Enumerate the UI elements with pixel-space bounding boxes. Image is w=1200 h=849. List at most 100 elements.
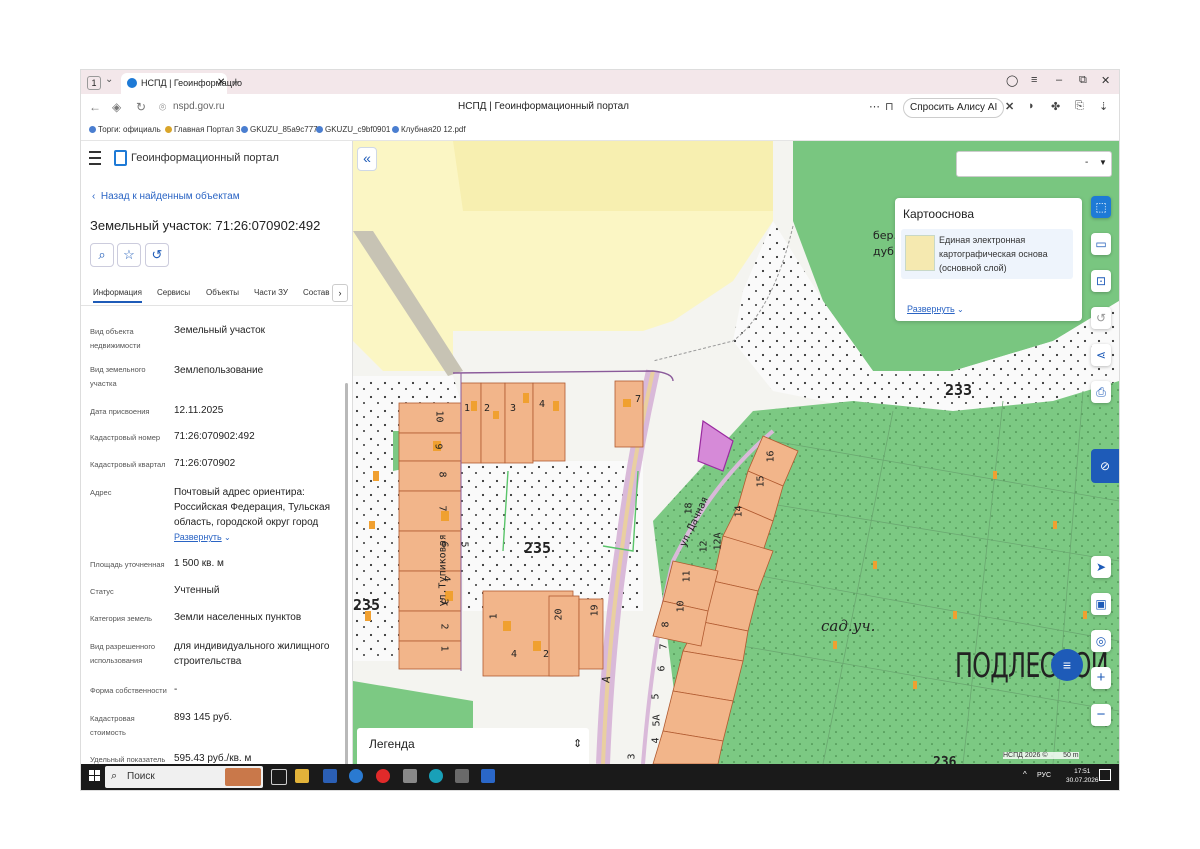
lot-number: 1 <box>464 403 471 414</box>
address-expand-link[interactable]: Развернуть ⌄ <box>174 530 330 545</box>
select-tool-icon[interactable]: ⬚ <box>1091 196 1111 218</box>
ruler-icon[interactable]: ▭ <box>1091 233 1111 255</box>
word-icon[interactable] <box>323 769 337 783</box>
language-indicator[interactable]: РУС <box>1037 772 1051 779</box>
layer-dropdown[interactable]: - ▼ <box>956 151 1112 177</box>
collections-icon[interactable]: ⎘ <box>1075 100 1084 113</box>
garden-label: сад.уч. <box>821 617 876 635</box>
file-explorer-icon[interactable] <box>295 769 309 783</box>
tab-info[interactable]: Информация <box>93 288 142 303</box>
zoom-out-icon[interactable]: − <box>1091 704 1111 726</box>
tab-parts[interactable]: Части ЗУ <box>254 288 288 297</box>
app-icon[interactable] <box>455 769 469 783</box>
bookmark-icon[interactable]: ⊓ <box>885 100 894 113</box>
yandex-browser-icon[interactable] <box>376 769 390 783</box>
field-value: 893 145 руб. <box>174 712 232 723</box>
new-tab-icon[interactable]: + <box>232 74 240 89</box>
lot-number: 2 <box>484 403 491 414</box>
location-pin-icon[interactable]: ◎ <box>1091 630 1111 652</box>
bookmark-item[interactable]: Торги: официаль <box>89 125 161 134</box>
task-view-icon[interactable] <box>271 769 287 785</box>
notifications-icon[interactable] <box>1099 769 1111 781</box>
windows-taskbar: ⌕ Поиск ^ РУС 17:51 30.07.2026 <box>81 764 1119 790</box>
bookmark-item[interactable]: Главная Портал 3 <box>165 125 241 134</box>
ask-alice-button[interactable]: Спросить Алису AI <box>903 98 1005 118</box>
map-info-tab-icon[interactable]: ⊘ <box>1091 449 1119 483</box>
close-window-icon[interactable]: ✕ <box>1101 74 1110 87</box>
basemap-thumbnail <box>905 235 935 271</box>
clock-date: 30.07.2026 <box>1066 777 1099 784</box>
field-label: Форма собственности <box>90 686 167 695</box>
puzzle-icon[interactable]: ✤ <box>1051 100 1060 113</box>
tab-composition[interactable]: Состав <box>303 288 330 297</box>
tray-chevron-icon[interactable]: ^ <box>1023 770 1027 779</box>
shield-icon[interactable]: ◗ <box>1028 100 1035 112</box>
browser-tab[interactable]: НСПД | Геоинформацио ✕ <box>121 73 242 94</box>
profile-icon[interactable]: ◯ <box>1006 74 1018 87</box>
river-label-top: бер. <box>873 229 898 242</box>
bookmark-item[interactable]: Клубная20 12.pdf <box>392 125 466 134</box>
field-label: Категория земель <box>90 614 153 623</box>
history-icon[interactable]: ↺ <box>145 243 169 267</box>
tab-objects[interactable]: Объекты <box>206 288 239 297</box>
close-icon[interactable]: ✕ <box>217 77 225 88</box>
field-value: для индивидуального жилищного строительс… <box>174 641 330 667</box>
windows-start-icon[interactable] <box>89 770 101 782</box>
downloads-icon[interactable]: ⇣ <box>1099 100 1108 113</box>
lot-number: 15 <box>755 475 767 488</box>
edge-icon[interactable] <box>429 769 443 783</box>
field-value: Учтенный <box>174 585 220 596</box>
search-placeholder: Поиск <box>127 771 155 782</box>
print-icon[interactable]: ⎙ <box>1091 381 1111 403</box>
sidebar-scrollbar[interactable] <box>345 383 348 764</box>
tab-services[interactable]: Сервисы <box>157 288 190 297</box>
collapse-sidebar-button[interactable]: « <box>357 147 377 171</box>
search-plot-icon[interactable]: ⌕ <box>90 243 114 267</box>
history-icon[interactable]: ↺ <box>1091 307 1111 329</box>
address-value: Почтовый адрес ориентира: Российская Фед… <box>174 487 331 528</box>
block-236-label: 236 <box>933 755 957 764</box>
share-icon[interactable]: ⋖ <box>1091 344 1111 366</box>
yandex-protect-icon[interactable]: ◈ <box>112 100 121 114</box>
back-arrow-icon[interactable]: ← <box>89 100 101 114</box>
menu-icon[interactable]: ≡ <box>1031 74 1037 86</box>
taskbar-search[interactable]: ⌕ Поиск <box>105 766 263 788</box>
restore-icon[interactable]: ⧉ <box>1079 74 1087 87</box>
reload-icon[interactable]: ↻ <box>136 100 146 114</box>
minimize-icon[interactable]: – <box>1056 74 1062 86</box>
tab-counter[interactable]: 1 <box>87 76 101 90</box>
locate-arrow-icon[interactable]: ➤ <box>1091 556 1111 578</box>
favorite-star-icon[interactable]: ☆ <box>117 243 141 267</box>
basemap-expand-link[interactable]: Развернуть ⌄ <box>907 299 964 317</box>
lot-number: 1 <box>438 645 450 652</box>
lot-number: 19 <box>589 604 601 617</box>
search-highlight-image <box>225 768 261 786</box>
back-link[interactable]: ‹ Назад к найденным объектам <box>92 191 240 202</box>
calculator-icon[interactable] <box>403 769 417 783</box>
url-field[interactable]: nspd.gov.ru <box>173 101 225 112</box>
clock[interactable]: 17:51 30.07.2026 <box>1066 767 1099 785</box>
extension-icon[interactable]: ✕ <box>1005 100 1014 113</box>
field-value: 1 500 кв. м <box>174 558 224 569</box>
edge-legacy-icon[interactable] <box>349 769 363 783</box>
basemap-layer-item[interactable]: Единая электронная картографическая осно… <box>901 229 1073 279</box>
chevron-down-icon[interactable]: ⌄ <box>105 74 113 85</box>
menu-icon[interactable] <box>89 151 101 165</box>
dropdown-value: - <box>1085 157 1089 168</box>
area-select-icon[interactable]: ⊡ <box>1091 270 1111 292</box>
lot-number: 7 <box>436 505 448 512</box>
bookmark-item[interactable]: GKUZU_c9bf0901 <box>316 125 390 134</box>
more-icon[interactable]: ⋯ <box>869 100 880 113</box>
legend-panel[interactable]: Легенда ⇕ <box>357 728 589 764</box>
bookmark-item[interactable]: GKUZU_85a9c777 <box>241 125 318 134</box>
field-value: 71:26:070902:492 <box>174 431 255 442</box>
tabs-scroll-right-icon[interactable]: › <box>332 284 348 302</box>
chat-bot-icon[interactable]: ≡ <box>1051 649 1083 681</box>
lot-number: 7 <box>658 643 670 650</box>
expand-vertical-icon[interactable]: ⇕ <box>573 737 582 750</box>
minimap-icon[interactable]: ▣ <box>1091 593 1111 615</box>
app-icon[interactable] <box>481 769 495 783</box>
lock-icon[interactable]: ⌾ <box>159 100 166 115</box>
cadastral-map[interactable]: 233 235 235 236 ПОДЛЕСНОЙ сад.уч. бер. д… <box>353 141 1119 764</box>
zoom-in-icon[interactable]: + <box>1091 667 1111 689</box>
